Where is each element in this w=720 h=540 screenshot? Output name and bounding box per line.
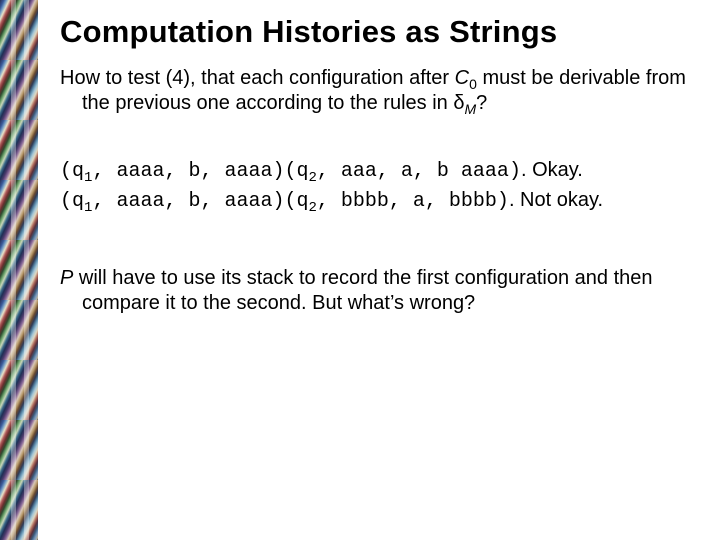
ex1-seg2: , aaa, a, b aaaa) (317, 160, 521, 183)
ex2-seg2: , bbbb, a, bbbb) (317, 190, 509, 213)
ex1-verdict: . Okay. (521, 159, 583, 181)
closing-rest: will have to use its stack to record the… (73, 267, 652, 314)
closing-p: P (60, 267, 73, 289)
intro-delta: δ (453, 92, 464, 114)
intro-paragraph: How to test (4), that each configuration… (60, 66, 696, 116)
ex1-q2-sub: 2 (309, 170, 317, 186)
example-block: (q1, aaaa, b, aaaa)(q2, aaa, a, b aaaa).… (60, 156, 696, 216)
ex1-q1: q (72, 160, 84, 183)
example-row-2: (q1, aaaa, b, aaaa)(q2, bbbb, a, bbbb). … (60, 186, 696, 216)
decorative-border (0, 0, 38, 540)
ex2-q1: q (72, 190, 84, 213)
intro-lead: How to test (4), that each configuration… (60, 67, 455, 89)
slide: Computation Histories as Strings How to … (0, 0, 720, 540)
ex2-verdict: . Not okay. (509, 189, 603, 211)
ex2-q2-sub: 2 (309, 200, 317, 216)
intro-c-sub: 0 (469, 76, 477, 92)
intro-delta-sub: M (464, 101, 476, 117)
intro-tail: ? (476, 92, 487, 114)
intro-c: C (455, 67, 469, 89)
example-row-1: (q1, aaaa, b, aaaa)(q2, aaa, a, b aaaa).… (60, 156, 696, 186)
ex1-seg1: , aaaa, b, aaaa)( (92, 160, 296, 183)
ex2-q2: q (296, 190, 308, 213)
ex1-open: ( (60, 160, 72, 183)
slide-title: Computation Histories as Strings (60, 14, 696, 50)
ex2-seg1: , aaaa, b, aaaa)( (92, 190, 296, 213)
closing-paragraph: P will have to use its stack to record t… (60, 266, 696, 316)
ex2-open: ( (60, 190, 72, 213)
slide-content: Computation Histories as Strings How to … (60, 14, 696, 336)
ex1-q2: q (296, 160, 308, 183)
